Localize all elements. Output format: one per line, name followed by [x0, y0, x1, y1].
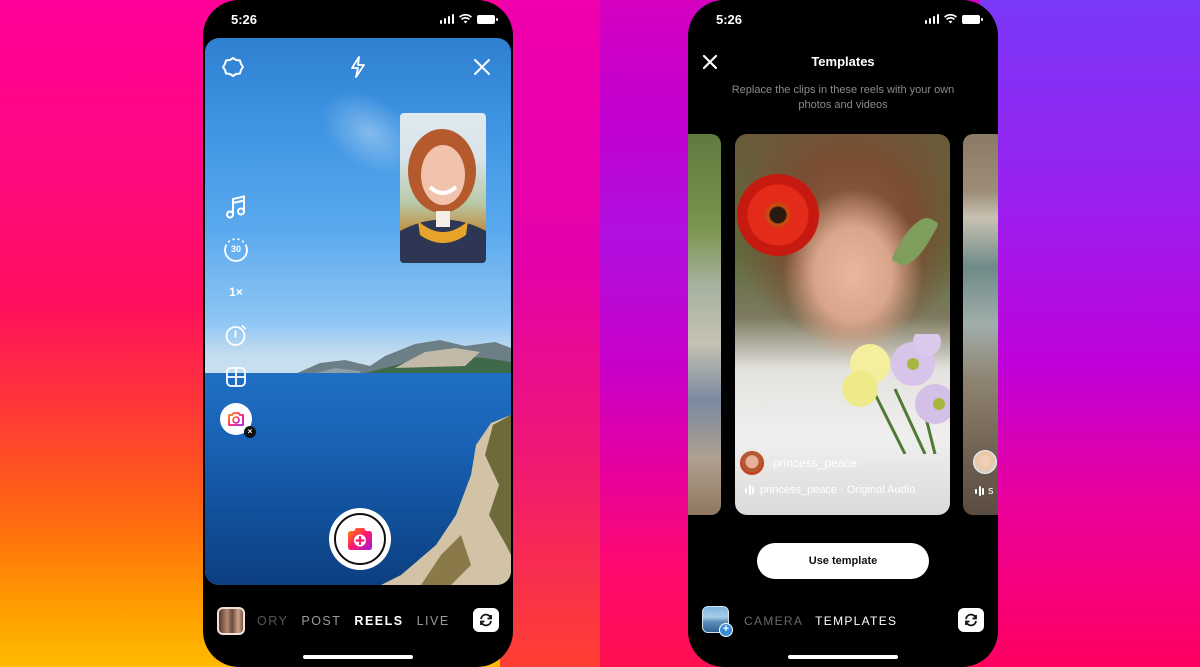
templates-header: Templates — [688, 48, 998, 78]
flower-bouquet — [842, 334, 950, 454]
page-title: Templates — [811, 54, 875, 69]
template-card-previous[interactable] — [688, 134, 721, 515]
music-icon — [226, 195, 245, 219]
card-author: princess_peace — [739, 450, 857, 476]
add-icon: + — [719, 623, 733, 637]
landscape-cliff — [381, 415, 511, 585]
status-time: 5:26 — [716, 12, 743, 27]
phone-reels-camera: 5:26 30 1× × ORY POST REELS LIVE — [203, 0, 513, 667]
layout-button[interactable] — [219, 360, 253, 394]
timer-30-icon: 30 — [223, 237, 249, 263]
dual-camera-button[interactable]: × — [220, 402, 256, 438]
battery-icon — [962, 14, 983, 24]
flip-camera-icon — [965, 613, 977, 627]
flip-camera-button[interactable] — [473, 608, 499, 632]
wifi-icon — [459, 14, 472, 24]
layout-icon — [226, 367, 246, 387]
avatar — [973, 450, 997, 474]
tab-camera[interactable]: CAMERA — [744, 614, 803, 628]
camera-viewfinder[interactable]: 30 1× × — [205, 38, 511, 585]
front-camera-preview[interactable] — [400, 113, 486, 263]
flash-button[interactable] — [347, 56, 369, 78]
record-button[interactable] — [329, 508, 391, 570]
templates-bottom-bar: + CAMERA TEMPLATES — [688, 600, 998, 640]
templates-subtitle: Replace the clips in these reels with yo… — [731, 84, 955, 111]
avatar[interactable] — [739, 450, 765, 476]
audio-icon — [745, 485, 754, 495]
home-indicator — [788, 655, 898, 659]
camera-side-tools: 30 1× × — [219, 190, 256, 438]
card-audio[interactable]: princess_peace · Original Audio — [745, 484, 915, 496]
gallery-thumbnail[interactable] — [217, 607, 245, 635]
status-bar: 5:26 — [203, 0, 513, 38]
template-card-next[interactable]: s — [963, 134, 998, 515]
use-template-button[interactable]: Use template — [757, 543, 929, 579]
red-flower — [737, 174, 819, 256]
tab-post[interactable]: POST — [301, 614, 341, 628]
status-bar: 5:26 — [688, 0, 998, 38]
speed-button[interactable]: 1× — [219, 275, 253, 309]
timer-button[interactable] — [219, 318, 253, 352]
flip-camera-button[interactable] — [958, 608, 984, 632]
tab-story[interactable]: ORY — [257, 614, 288, 628]
speed-icon: 1× — [229, 285, 243, 299]
phone-templates: 5:26 Templates Replace the clips in thes… — [688, 0, 998, 667]
music-button[interactable] — [219, 190, 253, 224]
length-button[interactable]: 30 — [219, 233, 253, 267]
wifi-icon — [944, 14, 957, 24]
signal-icon — [924, 14, 939, 24]
audio-icon — [975, 486, 984, 496]
card-username[interactable]: princess_peace — [773, 456, 857, 470]
tab-live[interactable]: LIVE — [417, 614, 450, 628]
camera-plus-icon — [348, 528, 372, 550]
close-camera-button[interactable] — [471, 56, 493, 78]
flip-camera-icon — [480, 613, 492, 627]
battery-icon — [477, 14, 498, 24]
settings-button[interactable] — [222, 56, 244, 78]
camera-bottom-bar: ORY POST REELS LIVE — [203, 600, 513, 640]
flash-icon — [351, 56, 365, 78]
tab-reels[interactable]: REELS — [354, 614, 403, 628]
status-time: 5:26 — [231, 12, 258, 27]
audio-label: princess_peace · Original Audio — [760, 484, 916, 496]
camera-mode-tabs: ORY POST REELS LIVE — [257, 614, 450, 628]
dual-camera-icon — [228, 411, 244, 426]
template-card[interactable]: princess_peace princess_peace · Original… — [735, 134, 950, 515]
tab-templates[interactable]: TEMPLATES — [815, 614, 897, 628]
stopwatch-icon — [225, 324, 246, 346]
close-icon — [474, 59, 490, 75]
card-audio: s — [975, 485, 994, 497]
home-indicator — [303, 655, 413, 659]
signal-icon — [439, 14, 454, 24]
settings-icon — [222, 57, 244, 77]
remove-dual-icon[interactable]: × — [244, 425, 256, 438]
selfie-image — [400, 129, 486, 263]
templates-mode-tabs: CAMERA TEMPLATES — [744, 614, 897, 628]
